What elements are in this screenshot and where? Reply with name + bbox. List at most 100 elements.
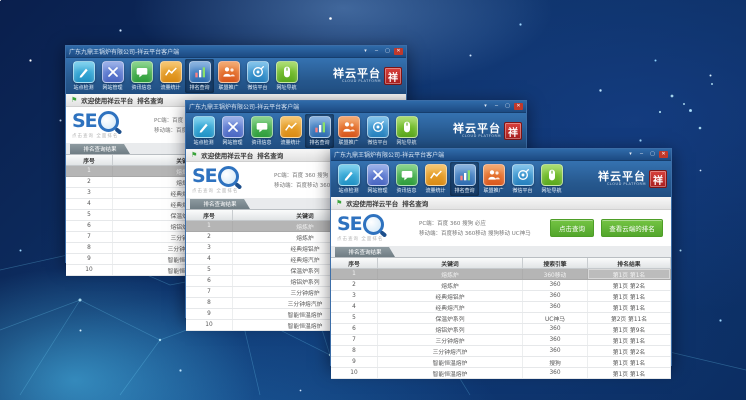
tools-icon bbox=[367, 164, 389, 186]
toolbar-item-site-nav[interactable]: 网址导航 bbox=[392, 114, 421, 148]
toolbar-item-news-info[interactable]: 资讯信息 bbox=[127, 59, 156, 93]
cell-no: 7 bbox=[66, 232, 113, 242]
toolbar-item-rank-query[interactable]: 排名查询 bbox=[450, 162, 479, 196]
cell-keyword: 三分钟熔炉 bbox=[378, 335, 523, 345]
table-row[interactable]: 1 熔炼炉 360移动 第1页 第1名 bbox=[331, 269, 671, 280]
toolbar-item-rank-query[interactable]: 排名查询 bbox=[305, 114, 334, 148]
tab-rank-results[interactable]: 排名查询结果 bbox=[190, 199, 250, 209]
title-bar[interactable]: 广东九鼎王锅炉有限公司-祥云平台客户端 ▾ ─ ▢ ✕ bbox=[186, 101, 526, 113]
cell-no: 3 bbox=[186, 243, 233, 253]
table-row[interactable]: 9 智能恒温熔炉 搜狗 第1页 第1名 bbox=[331, 357, 671, 368]
toolbar: 站点检测 网站管理 资讯信息 流量统计 排名查询 联盟推广 bbox=[331, 161, 671, 197]
minimize-icon[interactable]: ─ bbox=[372, 48, 381, 55]
toolbar-item-site-manage[interactable]: 网站管理 bbox=[363, 162, 392, 196]
toolbar-item-rank-query[interactable]: 排名查询 bbox=[185, 59, 214, 93]
cell-no: 7 bbox=[186, 287, 233, 297]
section-title: 排名查询 bbox=[137, 95, 163, 105]
toolbar-item-site-nav[interactable]: 网址导航 bbox=[537, 162, 566, 196]
maximize-icon[interactable]: ▢ bbox=[648, 151, 657, 158]
brand-seal: 祥 bbox=[384, 67, 402, 85]
menu-arrow-icon[interactable]: ▾ bbox=[481, 103, 490, 110]
title-bar[interactable]: 广东九鼎王锅炉有限公司-祥云平台客户端 ▾ ─ ▢ ✕ bbox=[331, 149, 671, 161]
seo-tagline: 点击查询 全面排名 bbox=[192, 188, 270, 194]
cell-engine: UC神马 bbox=[523, 313, 588, 323]
flag-icon: ⚑ bbox=[336, 200, 342, 207]
people-icon bbox=[218, 61, 240, 83]
app-window-front: 广东九鼎王锅炉有限公司-祥云平台客户端 ▾ ─ ▢ ✕ 站点检测 网站管理 资讯… bbox=[330, 148, 672, 366]
column-header-no: 序号 bbox=[66, 155, 113, 165]
toolbar-item-news-info[interactable]: 资讯信息 bbox=[247, 114, 276, 148]
brand-seal: 祥 bbox=[649, 170, 667, 188]
cell-engine: 360 bbox=[523, 368, 588, 378]
brand-subtitle: CLOUD PLATFORM bbox=[607, 183, 646, 187]
toolbar-item-wechat-platform[interactable]: 微信平台 bbox=[363, 114, 392, 148]
toolbar-item-site-manage[interactable]: 网站管理 bbox=[98, 59, 127, 93]
toolbar-item-site-check[interactable]: 站点检测 bbox=[334, 162, 363, 196]
cell-keyword: 保温炉系列 bbox=[378, 313, 523, 323]
toolbar-item-site-nav[interactable]: 网址导航 bbox=[272, 59, 301, 93]
table-row[interactable]: 2 熔炼炉 360 第1页 第2名 bbox=[331, 280, 671, 291]
toolbar-item-traffic-stats[interactable]: 流量统计 bbox=[156, 59, 185, 93]
maximize-icon[interactable]: ▢ bbox=[503, 103, 512, 110]
tab-rank-results[interactable]: 排名查询结果 bbox=[70, 144, 130, 154]
table-row[interactable]: 6 熔铝炉系列 360 第1页 第9名 bbox=[331, 324, 671, 335]
tools-icon bbox=[102, 61, 124, 83]
query-button[interactable]: 点击查询 bbox=[550, 219, 594, 237]
cell-no: 7 bbox=[331, 335, 378, 345]
toolbar-item-alliance-promo[interactable]: 联盟推广 bbox=[214, 59, 243, 93]
title-bar[interactable]: 广东九鼎王锅炉有限公司-祥云平台客户端 ▾ ─ ▢ ✕ bbox=[66, 46, 406, 58]
maximize-icon[interactable]: ▢ bbox=[383, 48, 392, 55]
cell-result: 第1页 第1名 bbox=[588, 335, 671, 345]
cell-no: 4 bbox=[331, 302, 378, 312]
table-row[interactable]: 3 经典熔铝炉 360 第1页 第1名 bbox=[331, 291, 671, 302]
cell-no: 10 bbox=[331, 368, 378, 378]
cell-keyword: 熔炼炉 bbox=[378, 280, 523, 290]
cell-engine: 360 bbox=[523, 280, 588, 290]
menu-arrow-icon[interactable]: ▾ bbox=[626, 151, 635, 158]
column-header-no: 序号 bbox=[186, 210, 233, 220]
seo-logo-text: SE bbox=[192, 167, 217, 186]
column-header-no: 序号 bbox=[331, 258, 378, 268]
view-cloud-rank-button[interactable]: 查看云端的排名 bbox=[601, 219, 663, 237]
cell-no: 6 bbox=[186, 276, 233, 286]
toolbar-item-site-manage[interactable]: 网站管理 bbox=[218, 114, 247, 148]
cell-no: 9 bbox=[186, 309, 233, 319]
cell-no: 8 bbox=[186, 298, 233, 308]
toolbar-item-wechat-platform[interactable]: 微信平台 bbox=[508, 162, 537, 196]
cell-result: 第1页 第1名 bbox=[588, 302, 671, 312]
welcome-text: 欢迎使用祥云平台 bbox=[201, 150, 253, 160]
line-chart-icon bbox=[160, 61, 182, 83]
close-icon[interactable]: ✕ bbox=[514, 103, 523, 110]
line-chart-icon bbox=[280, 116, 302, 138]
minimize-icon[interactable]: ─ bbox=[492, 103, 501, 110]
table-row[interactable]: 7 三分钟熔炉 360 第1页 第1名 bbox=[331, 335, 671, 346]
toolbar-item-wechat-platform[interactable]: 微信平台 bbox=[243, 59, 272, 93]
cell-no: 9 bbox=[331, 357, 378, 367]
toolbar-item-traffic-stats[interactable]: 流量统计 bbox=[276, 114, 305, 148]
table-row[interactable]: 8 三分钟熔汽炉 360 第1页 第2名 bbox=[331, 346, 671, 357]
cell-no: 2 bbox=[186, 232, 233, 242]
cell-result: 第1页 第1名 bbox=[588, 357, 671, 367]
menu-arrow-icon[interactable]: ▾ bbox=[361, 48, 370, 55]
toolbar-item-site-check[interactable]: 站点检测 bbox=[189, 114, 218, 148]
compass-icon bbox=[367, 116, 389, 138]
cell-engine: 360 bbox=[523, 302, 588, 312]
table-row[interactable]: 5 保温炉系列 UC神马 第2页 第11名 bbox=[331, 313, 671, 324]
tab-rank-results[interactable]: 排名查询结果 bbox=[335, 247, 395, 257]
toolbar-item-alliance-promo[interactable]: 联盟推广 bbox=[334, 114, 363, 148]
window-title: 广东九鼎王锅炉有限公司-祥云平台客户端 bbox=[334, 150, 626, 159]
mobile-engines-line: 移动端：百度移动 360移动 搜狗移动 UC神马 bbox=[419, 229, 550, 237]
table-row[interactable]: 10 智能恒温熔炉 360 第1页 第1名 bbox=[331, 368, 671, 379]
toolbar-item-alliance-promo[interactable]: 联盟推广 bbox=[479, 162, 508, 196]
toolbar-item-news-info[interactable]: 资讯信息 bbox=[392, 162, 421, 196]
table-row[interactable]: 4 经典熔汽炉 360 第1页 第1名 bbox=[331, 302, 671, 313]
brand-name: 祥云平台 bbox=[598, 171, 646, 182]
brand-logo: 祥云平台 CLOUD PLATFORM 祥 bbox=[453, 122, 523, 140]
minimize-icon[interactable]: ─ bbox=[637, 151, 646, 158]
toolbar-item-site-check[interactable]: 站点检测 bbox=[69, 59, 98, 93]
close-icon[interactable]: ✕ bbox=[394, 48, 403, 55]
welcome-banner: ⚑ 欢迎使用祥云平台 排名查询 bbox=[331, 197, 671, 210]
brand-logo: 祥云平台 CLOUD PLATFORM 祥 bbox=[333, 67, 403, 85]
toolbar-item-traffic-stats[interactable]: 流量统计 bbox=[421, 162, 450, 196]
close-icon[interactable]: ✕ bbox=[659, 151, 668, 158]
